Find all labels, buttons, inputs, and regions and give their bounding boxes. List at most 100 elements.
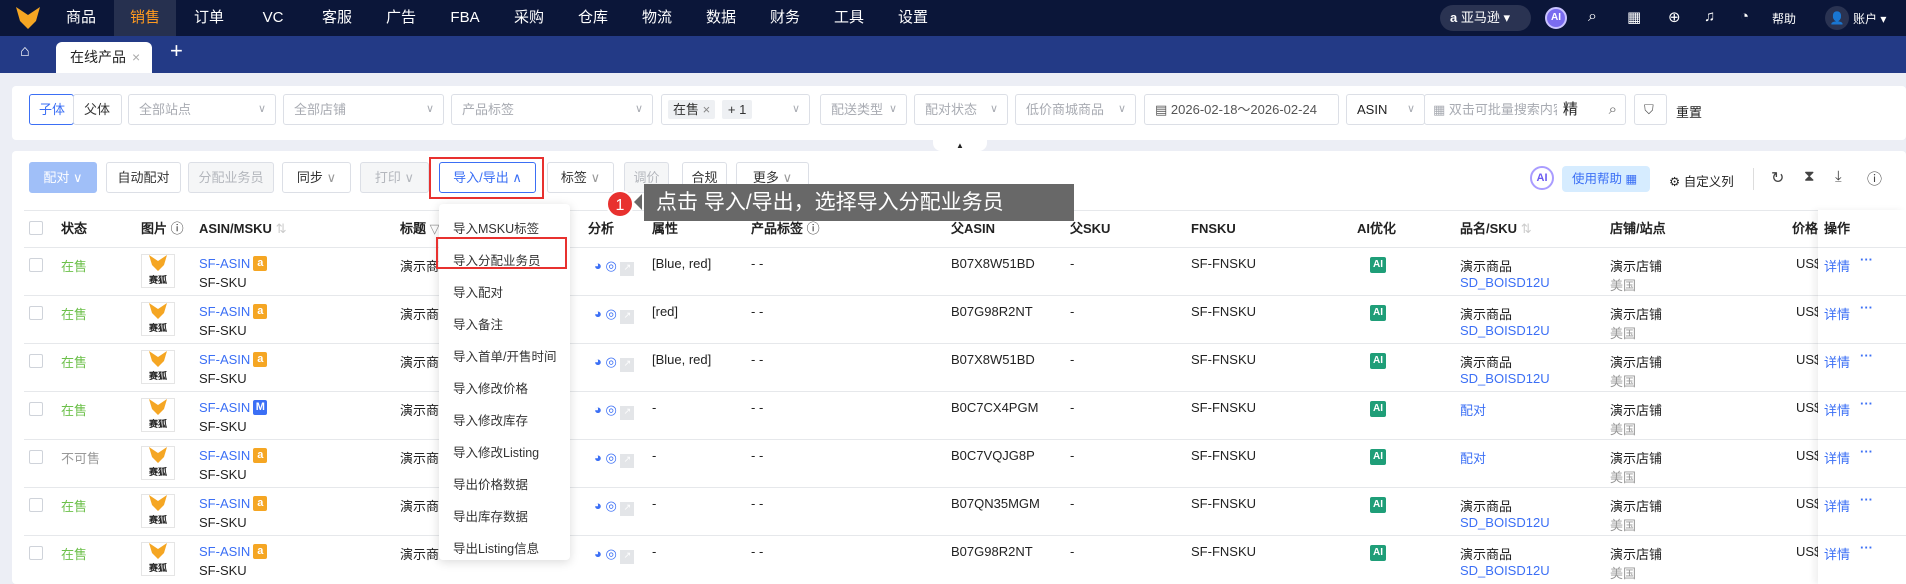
more-actions-icon[interactable]: ··· [1860, 540, 1873, 555]
delivery-select[interactable]: 配送类型 ∨ [820, 94, 907, 125]
home-icon[interactable]: ⌂ [20, 43, 30, 61]
target-icon[interactable]: ◎ [605, 402, 616, 417]
tab-online-products[interactable]: 在线产品 × [56, 42, 152, 73]
search-type-select[interactable]: ASIN ∨ [1346, 94, 1425, 125]
more-actions-icon[interactable]: ··· [1860, 396, 1873, 411]
menu-item[interactable]: 导入MSKU标签 [453, 218, 539, 237]
product-image[interactable]: 赛狐 [141, 254, 175, 288]
product-name[interactable]: 配对 [1460, 400, 1486, 419]
row-checkbox[interactable] [29, 546, 43, 560]
asin-text[interactable]: SF-ASIN [199, 400, 250, 415]
sku-link[interactable]: SD_BOISD12U [1460, 371, 1550, 386]
search-input[interactable]: ▦ 双击可批量搜索内容精 ⌕ [1424, 94, 1626, 125]
site-select[interactable]: 全部站点 ∨ [128, 94, 276, 125]
trend-chart-icon[interactable]: ↗ [620, 454, 635, 468]
detail-link[interactable]: 详情 [1824, 544, 1850, 563]
row-checkbox[interactable] [29, 402, 43, 416]
sku-link[interactable]: SD_BOISD12U [1460, 323, 1550, 338]
assign-salesman-button[interactable]: 分配业务员 [188, 162, 274, 193]
nav-item[interactable]: 物流 [626, 0, 688, 36]
menu-item[interactable]: 导入修改价格 [453, 378, 528, 397]
asin-link[interactable]: SF-ASIN M [199, 400, 268, 415]
sort-icon[interactable]: ⇅ [276, 221, 287, 236]
product-image[interactable]: 赛狐 [141, 446, 175, 480]
logo-icon[interactable] [16, 7, 40, 29]
menu-item[interactable]: 导入修改库存 [453, 410, 528, 429]
nav-item[interactable]: 数据 [690, 0, 752, 36]
product-image[interactable]: 赛狐 [141, 542, 175, 576]
menu-item[interactable]: 导出Listing信息 [453, 538, 539, 557]
more-actions-icon[interactable]: ··· [1860, 492, 1873, 507]
menu-item[interactable]: 导入修改Listing [453, 442, 539, 461]
nav-item[interactable]: 销售 [114, 0, 176, 36]
date-range-picker[interactable]: ▤ 2026-02-18～2026-02-24 [1144, 94, 1339, 125]
pie-chart-icon[interactable]: ◕ [594, 498, 602, 513]
asin-link[interactable]: SF-ASIN a [199, 304, 268, 319]
asin-text[interactable]: SF-ASIN [199, 544, 250, 559]
sku-link[interactable]: SD_BOISD12U [1460, 515, 1550, 530]
low-price-select[interactable]: 低价商城商品 ∨ [1015, 94, 1136, 125]
menu-item[interactable]: 导入首单/开售时间 [453, 346, 556, 365]
nav-item[interactable]: 广告 [370, 0, 432, 36]
detail-link[interactable]: 详情 [1824, 256, 1850, 275]
apps-icon[interactable]: ▦ [1627, 8, 1641, 26]
custom-columns-button[interactable]: ⚙ 自定义列 [1669, 171, 1734, 190]
target-icon[interactable]: ◎ [605, 546, 616, 561]
row-checkbox[interactable] [29, 450, 43, 464]
trend-chart-icon[interactable]: ↗ [620, 310, 635, 324]
trend-chart-icon[interactable]: ↗ [620, 406, 635, 420]
pie-chart-icon[interactable]: ◕ [594, 258, 602, 273]
tags-button[interactable]: 标签 ∨ [547, 162, 614, 193]
account-menu[interactable]: 账户 ▾ [1853, 10, 1886, 27]
product-image[interactable]: 赛狐 [141, 350, 175, 384]
usage-help-button[interactable]: 使用帮助 ▦ [1562, 166, 1650, 192]
sort-icon[interactable]: ⇅ [1521, 221, 1532, 236]
hourglass-icon[interactable]: ⧗ [1804, 168, 1815, 185]
nav-item[interactable]: 采购 [498, 0, 560, 36]
sync-button[interactable]: 同步 ∨ [282, 162, 351, 193]
select-all-checkbox[interactable] [29, 221, 43, 235]
trend-chart-icon[interactable]: ↗ [620, 502, 635, 516]
sku-link[interactable]: SD_BOISD12U [1460, 275, 1550, 290]
reset-button[interactable]: 重置 [1676, 102, 1702, 121]
pie-chart-icon[interactable]: ◕ [594, 306, 602, 321]
nav-item[interactable]: 商品 [50, 0, 112, 36]
status-select[interactable]: 在售 × + 1 ∨ [661, 94, 810, 125]
detail-link[interactable]: 详情 [1824, 352, 1850, 371]
nav-item[interactable]: 工具 [818, 0, 880, 36]
row-checkbox[interactable] [29, 354, 43, 368]
download-icon[interactable]: ⊕ [1668, 8, 1681, 26]
asin-text[interactable]: SF-ASIN [199, 496, 250, 511]
nav-item[interactable]: 仓库 [562, 0, 624, 36]
asin-link[interactable]: SF-ASIN a [199, 352, 268, 367]
exact-toggle[interactable]: 精 [1563, 101, 1578, 118]
ai-optimize-icon[interactable]: AI [1370, 545, 1386, 561]
asin-link[interactable]: SF-ASIN a [199, 496, 268, 511]
more-actions-icon[interactable]: ··· [1860, 300, 1873, 315]
trend-chart-icon[interactable]: ↗ [620, 262, 635, 276]
row-checkbox[interactable] [29, 498, 43, 512]
trend-chart-icon[interactable]: ↗ [620, 550, 635, 564]
target-icon[interactable]: ◎ [605, 258, 616, 273]
bell-icon[interactable]: ♫ [1704, 8, 1715, 25]
target-icon[interactable]: ◎ [605, 498, 616, 513]
ai-optimize-icon[interactable]: AI [1370, 353, 1386, 369]
asin-text[interactable]: SF-ASIN [199, 256, 250, 271]
detail-link[interactable]: 详情 [1824, 496, 1850, 515]
help-link[interactable]: 帮助 [1772, 10, 1796, 27]
product-image[interactable]: 赛狐 [141, 398, 175, 432]
search-icon[interactable]: ⌕ [1609, 95, 1617, 124]
product-image[interactable]: 赛狐 [141, 302, 175, 336]
detail-link[interactable]: 详情 [1824, 400, 1850, 419]
close-tab-icon[interactable]: × [132, 49, 140, 65]
pie-chart-icon[interactable]: ◕ [594, 354, 602, 369]
avatar[interactable]: 👤 [1825, 6, 1849, 30]
help-icon[interactable]: ⓘ [1867, 168, 1882, 189]
pie-chart-icon[interactable]: ◕ [594, 402, 602, 417]
pair-button[interactable]: 配对 ∨ [29, 162, 97, 193]
auto-pair-button[interactable]: 自动配对 [106, 162, 181, 193]
remove-chip-icon[interactable]: × [703, 102, 711, 117]
more-actions-icon[interactable]: ··· [1860, 348, 1873, 363]
search-icon[interactable]: ⌕ [1588, 8, 1597, 26]
nav-item[interactable]: 财务 [754, 0, 816, 36]
